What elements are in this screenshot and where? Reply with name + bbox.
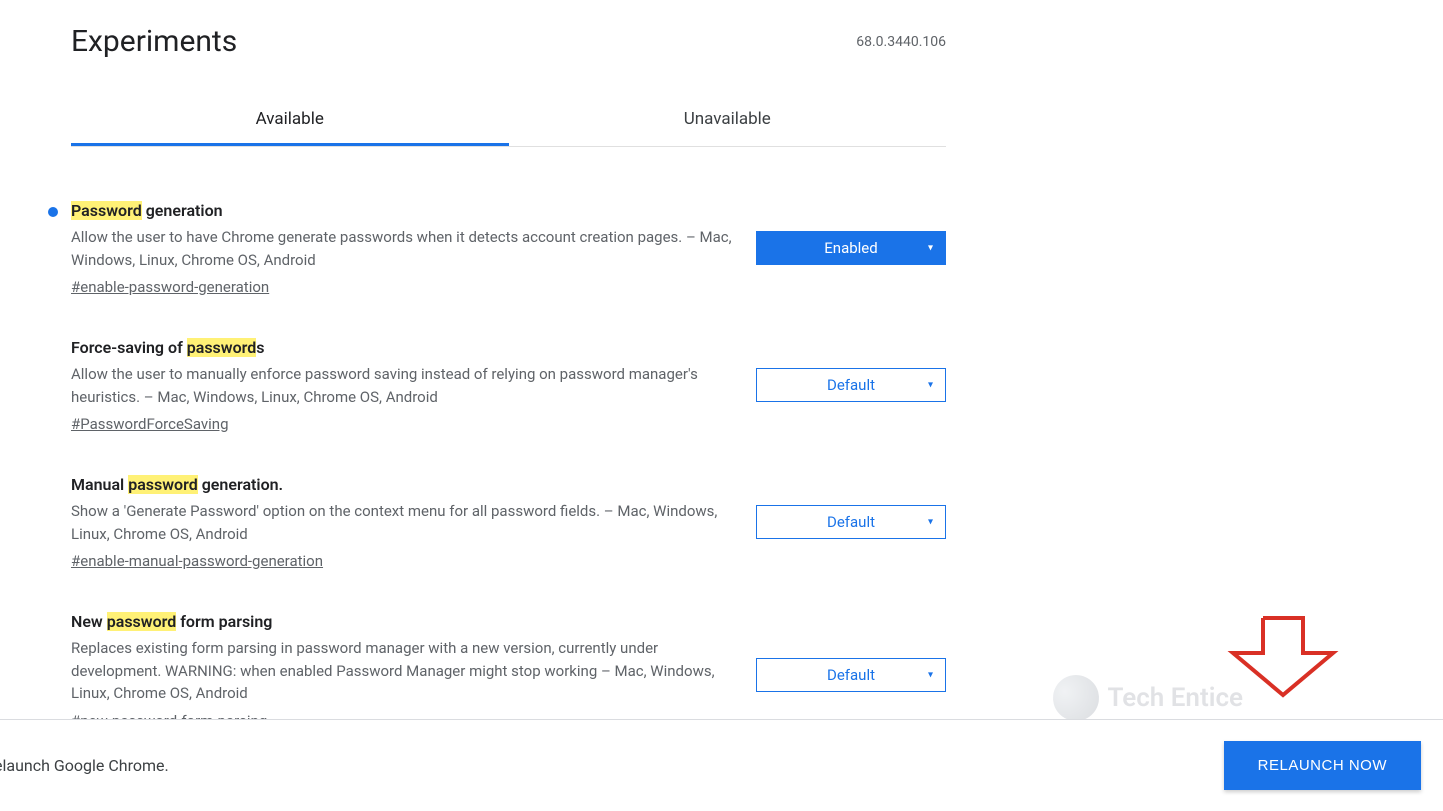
flag-select-wrap: Default ▾ [756,612,946,692]
chevron-down-icon: ▾ [928,243,933,254]
flag-title-post: generation. [198,475,283,494]
search-highlight: password [187,338,257,357]
flag-manual-password-generation: Manual password generation. Show a 'Gene… [52,457,946,594]
flag-state-value: Enabled [824,239,877,257]
tab-unavailable[interactable]: Unavailable [509,97,947,146]
flag-info: Password generation Allow the user to ha… [52,201,756,296]
flag-state-value: Default [827,376,875,394]
experiments-page: Experiments 68.0.3440.106 Available Unav… [0,0,946,754]
tab-available[interactable]: Available [71,97,509,146]
flag-state-select[interactable]: Enabled ▾ [756,231,946,265]
globe-icon [1048,670,1104,726]
search-highlight: password [107,612,177,631]
page-title: Experiments [71,24,237,59]
flag-description: Show a 'Generate Password' option on the… [71,500,732,545]
flag-title-pre: Manual [71,475,128,494]
chevron-down-icon: ▾ [928,517,933,528]
flag-title: Manual password generation. [71,475,732,494]
flag-info: New password form parsing Replaces exist… [52,612,756,730]
relaunch-message: elaunch Google Chrome. [0,756,169,775]
flags-list: Password generation Allow the user to ha… [52,183,946,754]
flag-state-select[interactable]: Default ▾ [756,505,946,539]
tab-bar: Available Unavailable [71,97,946,147]
flag-select-wrap: Default ▾ [756,475,946,539]
arrow-down-icon [1213,613,1353,703]
flag-title-post: generation [142,201,223,220]
flag-state-select[interactable]: Default ▾ [756,368,946,402]
flag-description: Replaces existing form parsing in passwo… [71,637,732,705]
flag-description: Allow the user to have Chrome generate p… [71,226,732,271]
relaunch-bar: elaunch Google Chrome. RELAUNCH NOW [0,719,1443,811]
flag-state-value: Default [827,513,875,531]
relaunch-now-button[interactable]: RELAUNCH NOW [1224,741,1421,790]
flag-info: Force-saving of passwords Allow the user… [52,338,756,433]
flag-select-wrap: Default ▾ [756,338,946,402]
flag-anchor-link[interactable]: #enable-password-generation [71,278,269,296]
header-row: Experiments 68.0.3440.106 [71,0,946,69]
flag-title: Force-saving of passwords [71,338,732,357]
search-highlight: password [128,475,198,494]
modified-indicator-icon [48,207,58,217]
flag-anchor-link[interactable]: #enable-manual-password-generation [71,552,323,570]
flag-state-select[interactable]: Default ▾ [756,658,946,692]
flag-title-pre: New [71,612,107,631]
flag-state-value: Default [827,666,875,684]
flag-anchor-link[interactable]: #PasswordForceSaving [71,415,229,433]
search-highlight: Password [71,201,142,220]
flag-force-saving-passwords: Force-saving of passwords Allow the user… [52,320,946,457]
watermark-logo: Tech Entice [1053,675,1243,721]
chevron-down-icon: ▾ [928,380,933,391]
watermark-logo-text: Tech Entice [1107,683,1243,713]
chevron-down-icon: ▾ [928,670,933,681]
flag-description: Allow the user to manually enforce passw… [71,363,732,408]
flag-title-post: s [256,338,264,357]
flag-title: New password form parsing [71,612,732,631]
flag-title-pre: Force-saving of [71,338,187,357]
chrome-version: 68.0.3440.106 [856,34,946,50]
flag-info: Manual password generation. Show a 'Gene… [52,475,756,570]
flag-title: Password generation [71,201,732,220]
flag-title-post: form parsing [176,612,272,631]
flag-password-generation: Password generation Allow the user to ha… [52,183,946,320]
flag-select-wrap: Enabled ▾ [756,201,946,265]
